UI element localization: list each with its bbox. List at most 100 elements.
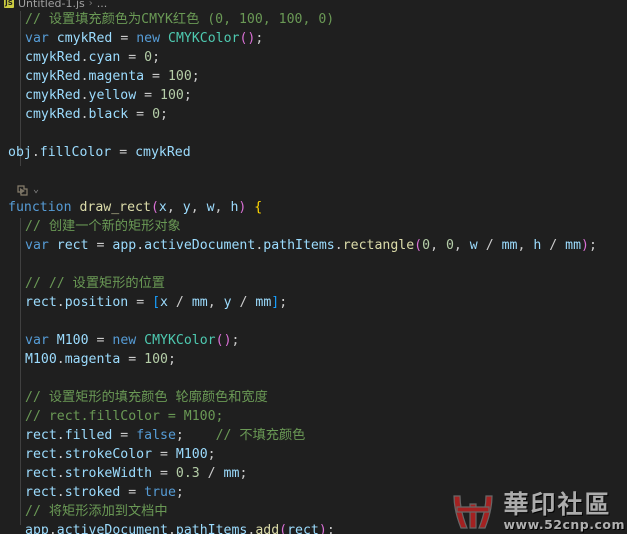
code-token: ) <box>581 238 589 253</box>
code-line[interactable]: cmykRed.black = 0; <box>0 105 627 124</box>
code-token: ; <box>239 466 248 481</box>
code-line[interactable]: var M100 = new CMYKColor(); <box>0 331 627 350</box>
code-token: app <box>25 523 49 534</box>
code-token: activeDocument <box>144 238 256 253</box>
code-token: M100 <box>56 333 89 348</box>
code-token: magenta <box>64 352 121 367</box>
code-token: // 不填充颜色 <box>215 428 306 443</box>
breadcrumb-file-name[interactable]: Untitled-1.js <box>18 0 85 10</box>
code-line[interactable]: rect.strokeWidth = 0.3 / mm; <box>0 464 627 483</box>
code-token: . <box>48 523 57 534</box>
code-token: / <box>199 466 224 481</box>
code-token: 0 <box>152 107 161 122</box>
code-token: ) <box>318 523 327 534</box>
breadcrumb[interactable]: JS Untitled-1.js › ... <box>0 0 627 11</box>
code-token: ( <box>414 238 423 253</box>
code-token: rect <box>287 523 319 534</box>
chevron-right-icon: › <box>88 0 93 9</box>
code-token: y <box>223 295 232 310</box>
code-token: // 设置矩形的填充颜色 轮廓颜色和宽度 <box>25 390 268 405</box>
code-token: app <box>112 238 137 253</box>
code-token: ( <box>279 523 288 534</box>
sparkle-run-icon[interactable] <box>16 183 29 196</box>
code-line[interactable]: cmykRed.magenta = 100; <box>0 67 627 86</box>
code-token: pathItems <box>263 238 335 253</box>
code-line[interactable] <box>0 124 627 143</box>
code-token: draw_rect <box>79 200 151 215</box>
code-token: . <box>31 145 40 160</box>
code-token: fillColor <box>39 145 112 160</box>
code-token: = <box>120 485 145 500</box>
code-line[interactable]: obj.fillColor = cmykRed <box>0 143 627 162</box>
code-token: CMYKColor <box>168 31 240 46</box>
code-line[interactable]: // 将矩形添加到文档中 <box>0 502 627 521</box>
code-token: cmykRed <box>56 31 113 46</box>
code-line[interactable]: function draw_rect(x, y, w, h) { <box>0 198 627 217</box>
code-line[interactable] <box>0 162 627 181</box>
code-line[interactable]: // rect.fillColor = M100; <box>0 407 627 426</box>
code-line[interactable]: M100.magenta = 100; <box>0 350 627 369</box>
chevron-down-icon[interactable]: ⌄ <box>33 184 39 195</box>
code-token: / <box>477 238 502 253</box>
code-token: , <box>166 200 183 215</box>
code-line[interactable]: rect.position = [x / mm, y / mm]; <box>0 293 627 312</box>
code-token: ; <box>326 523 335 534</box>
code-line[interactable]: // // 设置矩形的位置 <box>0 274 627 293</box>
code-token: / <box>541 238 566 253</box>
code-token: add <box>255 523 280 534</box>
code-token: = <box>88 238 113 253</box>
breadcrumb-overflow[interactable]: ... <box>97 0 108 10</box>
code-token: CMYKColor <box>144 333 216 348</box>
code-token: M100 <box>25 352 57 367</box>
code-token: ; <box>255 31 264 46</box>
code-line[interactable]: rect.filled = false; // 不填充颜色 <box>0 426 627 445</box>
code-token: // rect.fillColor = M100; <box>25 409 224 424</box>
code-token: false <box>136 428 176 443</box>
code-token: obj <box>8 145 32 160</box>
code-token: M100 <box>175 447 208 462</box>
code-line[interactable]: rect.stroked = true; <box>0 483 627 502</box>
code-line[interactable]: var cmykRed = new CMYKColor(); <box>0 29 627 48</box>
code-token: = <box>152 447 176 462</box>
code-line[interactable]: rect.strokeColor = M100; <box>0 445 627 464</box>
code-token: = <box>112 428 137 443</box>
code-token: . <box>56 295 65 310</box>
code-token: , <box>207 295 224 310</box>
code-line[interactable] <box>0 369 627 388</box>
code-line[interactable]: // 创建一个新的矩形对象 <box>0 217 627 236</box>
code-line[interactable]: app.activeDocument.pathItems.add(rect); <box>0 521 627 534</box>
code-line[interactable]: // 设置填充颜色为CMYK红色 (0, 100, 100, 0) <box>0 10 627 29</box>
code-token: cmykRed <box>25 88 81 103</box>
code-token: rectangle <box>342 238 415 253</box>
code-token: new <box>112 333 137 348</box>
code-line[interactable]: var rect = app.activeDocument.pathItems.… <box>0 236 627 255</box>
code-line-list: // 设置填充颜色为CMYK红色 (0, 100, 100, 0) var cmy… <box>0 10 627 534</box>
code-token: mm <box>255 295 272 310</box>
code-token: , <box>453 238 470 253</box>
code-token: rect <box>25 447 57 462</box>
code-token: cmykRed <box>135 145 191 160</box>
code-token: new <box>136 31 161 46</box>
code-token: // 将矩形添加到文档中 <box>25 504 168 519</box>
code-token: / <box>231 295 256 310</box>
code-line[interactable]: // 设置矩形的填充颜色 轮廓颜色和宽度 <box>0 388 627 407</box>
code-line[interactable] <box>0 255 627 274</box>
code-line[interactable] <box>0 312 627 331</box>
code-token: function <box>8 200 72 215</box>
code-line[interactable]: cmykRed.cyan = 0; <box>0 48 627 67</box>
code-token: . <box>56 352 65 367</box>
editor-content[interactable]: // 设置填充颜色为CMYK红色 (0, 100, 100, 0) var cmy… <box>0 10 627 534</box>
code-token: , <box>214 200 231 215</box>
code-token: filled <box>64 428 113 443</box>
code-token: = <box>152 466 176 481</box>
code-token: yellow <box>88 88 137 103</box>
code-token: var <box>25 31 49 46</box>
code-token: ; <box>588 238 597 253</box>
code-token: = <box>120 50 145 65</box>
codelens-row[interactable]: ⌄ <box>0 181 627 198</box>
code-token: rect <box>56 238 89 253</box>
code-line[interactable]: cmykRed.yellow = 100; <box>0 86 627 105</box>
code-token: 0.3 <box>175 466 200 481</box>
